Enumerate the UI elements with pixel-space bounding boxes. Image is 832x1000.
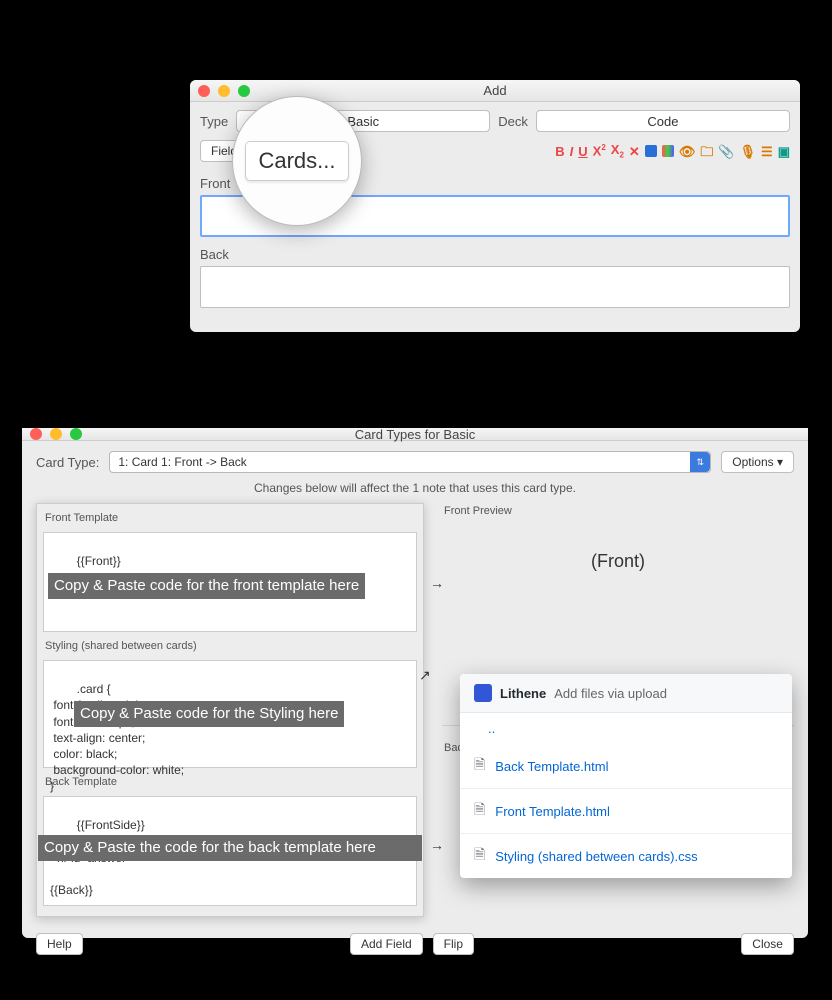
options-button[interactable]: Options ▾ [721, 451, 794, 473]
deck-select[interactable]: Code [536, 110, 790, 132]
commit-message: Add files via upload [554, 686, 667, 701]
file-list-panel: Lithene Add files via upload .. 🗎 Back T… [460, 674, 792, 878]
deck-label: Deck [498, 114, 528, 129]
file-row[interactable]: 🗎 Styling (shared between cards).css [460, 834, 792, 878]
editor-panes: Front Template {{Front}} Copy & Paste co… [22, 503, 808, 925]
window-title: Card Types for Basic [22, 427, 808, 442]
front-template-code: {{Front}} [77, 554, 121, 568]
bottom-bar: Help Add Field Flip Close [22, 925, 808, 967]
attach-icon[interactable]: 🗀 [700, 145, 713, 158]
back-template-hint: Copy & Paste the code for the back templ… [38, 835, 422, 861]
styling-editor[interactable]: .card { font-family: arial; font-size: 2… [43, 660, 417, 768]
commit-header: Lithene Add files via upload [460, 674, 792, 713]
avatar [474, 684, 492, 702]
color-picker-icon[interactable] [662, 145, 674, 157]
file-name: Front Template.html [495, 804, 610, 819]
deck-value: Code [647, 114, 678, 129]
type-label: Type [200, 114, 228, 129]
subscript-icon[interactable]: X2 [611, 143, 624, 160]
italic-icon[interactable]: I [570, 145, 574, 158]
arrow-icon: ↗ [419, 667, 431, 684]
front-template-editor[interactable]: {{Front}} Copy & Paste code for the fron… [43, 532, 417, 632]
back-template-editor[interactable]: {{FrontSide}} <hr id=answer> {{Back}} Co… [43, 796, 417, 906]
cardtype-value: 1: Card 1: Front -> Back [118, 455, 246, 469]
latex-icon[interactable]: ☰ [761, 145, 773, 158]
template-column: Front Template {{Front}} Copy & Paste co… [36, 503, 424, 917]
file-row[interactable]: 🗎 Back Template.html [460, 744, 792, 789]
front-preview-label: Front Preview [442, 503, 794, 519]
pin-icon[interactable]: 📎 [718, 145, 734, 158]
magnified-cards-button: Cards... [245, 141, 348, 181]
clear-format-icon[interactable]: ✕ [629, 145, 640, 158]
file-icon: 🗎 [474, 799, 485, 823]
close-button[interactable]: Close [741, 933, 794, 955]
add-field-button[interactable]: Add Field [350, 933, 423, 955]
html-icon[interactable]: ▣ [778, 145, 790, 158]
cardtype-row: Card Type: 1: Card 1: Front -> Back ⇅ Op… [22, 441, 808, 479]
chevron-updown-icon: ⇅ [690, 452, 710, 472]
cloze-icon[interactable]: 👁 [679, 145, 696, 158]
styling-label: Styling (shared between cards) [43, 638, 417, 654]
underline-icon[interactable]: U [578, 145, 587, 158]
front-template-label: Front Template [43, 510, 417, 526]
file-icon: 🗎 [474, 754, 485, 778]
help-button[interactable]: Help [36, 933, 83, 955]
styling-code: .card { font-family: arial; font-size: 2… [50, 682, 184, 793]
file-name: Styling (shared between cards).css [495, 849, 697, 864]
bold-icon[interactable]: B [555, 145, 564, 158]
card-types-window: Card Types for Basic Card Type: 1: Card … [22, 428, 808, 938]
window-title: Add [190, 83, 800, 98]
titlebar: Card Types for Basic [22, 428, 808, 441]
front-preview-text: (Front) [442, 525, 794, 572]
record-icon[interactable]: 🎙 [740, 145, 757, 158]
arrow-icon: → [430, 837, 444, 853]
file-row[interactable]: 🗎 Front Template.html [460, 789, 792, 834]
styling-hint: Copy & Paste code for the Styling here [74, 701, 344, 727]
magnifier-callout: Cards... [232, 96, 362, 226]
notice-text: Changes below will affect the 1 note tha… [22, 479, 808, 503]
file-icon: 🗎 [474, 844, 485, 868]
parent-dir-link[interactable]: .. [460, 713, 792, 744]
arrow-icon: → [430, 575, 444, 591]
file-name: Back Template.html [495, 759, 608, 774]
back-label: Back [190, 237, 800, 262]
cardtype-label: Card Type: [36, 455, 99, 470]
format-toolbar: B I U X2 X2 ✕ 👁 🗀 📎 🎙 ☰ ▣ [555, 143, 790, 160]
flip-button[interactable]: Flip [433, 933, 474, 955]
text-color-icon[interactable] [645, 145, 657, 157]
superscript-icon[interactable]: X2 [593, 144, 606, 157]
commit-author: Lithene [500, 686, 546, 701]
front-template-hint: Copy & Paste code for the front template… [48, 573, 365, 599]
back-field[interactable] [200, 266, 790, 308]
cardtype-select[interactable]: 1: Card 1: Front -> Back ⇅ [109, 451, 711, 473]
